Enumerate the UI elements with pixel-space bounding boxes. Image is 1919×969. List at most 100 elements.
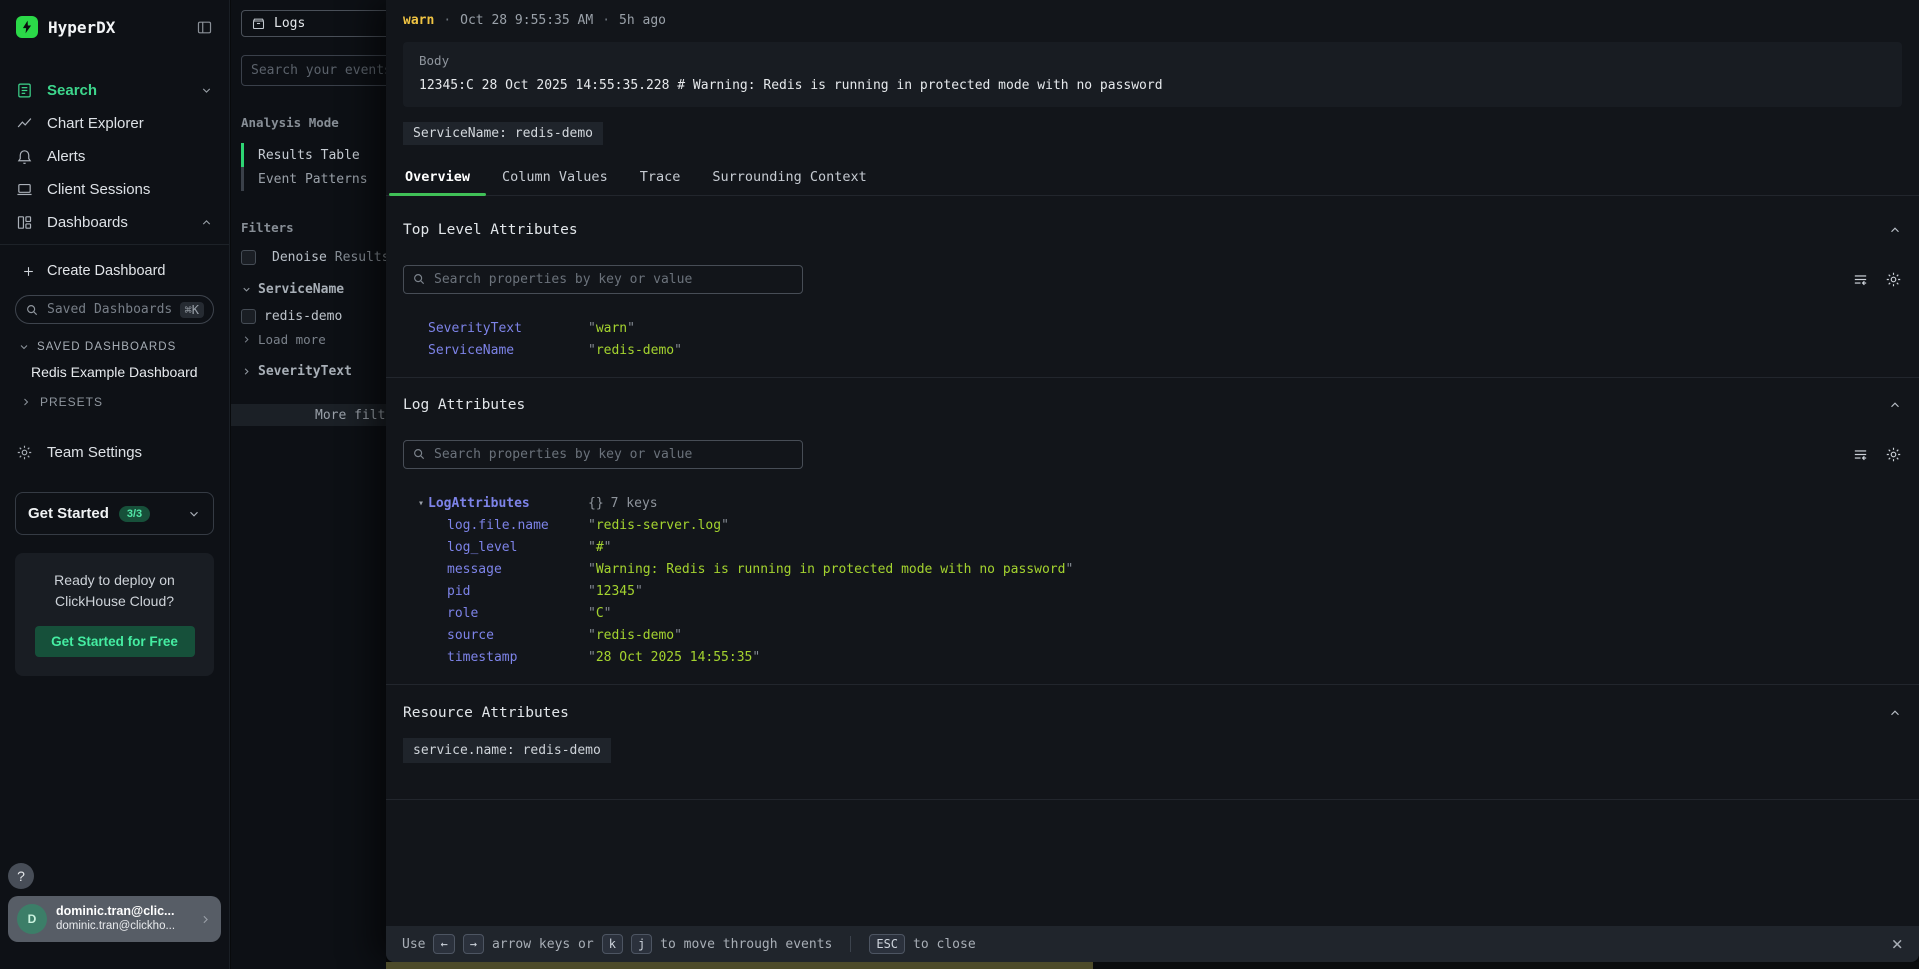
chevron-up-icon[interactable] [1888,223,1902,237]
properties-search-input[interactable] [403,440,803,469]
close-icon[interactable]: × [1892,935,1903,954]
tab-trace[interactable]: Trace [624,159,697,195]
clickhouse-cloud-card: Ready to deploy on ClickHouse Cloud? Get… [15,553,214,676]
attribute-value[interactable]: redis-demo [588,342,682,360]
j-key[interactable]: j [631,934,652,954]
mode-results-table[interactable]: Results Table [241,143,386,167]
saved-dashboards-input[interactable] [47,302,172,317]
denoise-results-filter[interactable]: Denoise Results [241,250,386,265]
attribute-value[interactable]: 28 Oct 2025 14:55:35 [588,649,760,667]
tab-column-values[interactable]: Column Values [486,159,624,195]
event-relative-time: 5h ago [619,13,666,28]
attribute-value[interactable]: warn [588,320,635,338]
wrap-lines-icon[interactable] [1852,446,1869,463]
footer-text: arrow keys or [492,937,594,952]
attribute-value[interactable]: 12345 [588,583,643,601]
settings-gear-icon[interactable] [1885,446,1902,463]
redis-demo-checkbox[interactable] [241,309,256,324]
create-dashboard-button[interactable]: Create Dashboard [0,255,229,287]
gear-icon [16,444,33,461]
filter-group-servicename[interactable]: ServiceName [241,282,386,297]
source-selector-button[interactable]: Logs [241,10,386,37]
esc-key[interactable]: ESC [869,934,905,954]
k-key[interactable]: k [602,934,623,954]
saved-dashboards-search[interactable]: ⌘K [15,295,214,324]
arrow-left-key[interactable]: ← [433,934,454,954]
filter-option-redis-demo[interactable]: redis-demo [241,309,386,324]
sidebar-item-label: Dashboards [47,214,128,231]
chevron-down-icon [241,284,252,295]
attribute-group-key[interactable]: LogAttributes [428,495,588,513]
sidebar-item-client-sessions[interactable]: Client Sessions [0,173,229,206]
divider [0,244,229,245]
attribute-key[interactable]: log_level [447,539,588,557]
attribute-key[interactable]: ServiceName [428,342,588,360]
attribute-key[interactable]: source [447,627,588,645]
resource-attribute-chip[interactable]: service.name: redis-demo [403,738,611,763]
severity-badge: warn [403,13,434,28]
filter-group-severitytext[interactable]: SeverityText [241,364,386,379]
attribute-key[interactable]: timestamp [447,649,588,667]
chevron-down-icon [18,341,30,353]
event-search-box[interactable] [241,55,386,86]
search-icon [412,272,426,286]
saved-dashboard-item[interactable]: Redis Example Dashboard [0,364,229,380]
sidebar-item-search[interactable]: Search [0,74,229,107]
create-dashboard-label: Create Dashboard [47,263,166,279]
properties-search[interactable] [403,265,803,294]
sidebar-item-label: Search [47,82,97,99]
get-started-free-button[interactable]: Get Started for Free [35,626,195,657]
tab-overview[interactable]: Overview [389,159,486,195]
chevron-up-icon[interactable] [1888,706,1902,720]
attribute-key[interactable]: role [447,605,588,623]
chevron-right-icon [241,334,252,345]
properties-search[interactable] [403,440,803,469]
caret-down-icon[interactable]: ▾ [418,495,428,513]
chevron-up-icon[interactable] [1888,398,1902,412]
chevron-right-icon [20,396,32,408]
attribute-value[interactable]: Warning: Redis is running in protected m… [588,561,1073,579]
arrow-right-key[interactable]: → [463,934,484,954]
get-started-label: Get Started [28,505,109,522]
user-email: dominic.tran@clickho... [56,919,175,934]
wrap-lines-icon[interactable] [1852,271,1869,288]
service-name-tag[interactable]: ServiceName: redis-demo [403,122,603,145]
presets-header[interactable]: PRESETS [0,395,229,409]
user-menu[interactable]: D dominic.tran@clic... dominic.tran@clic… [8,896,221,942]
saved-dashboards-header-label: SAVED DASHBOARDS [37,341,176,353]
more-filters-button[interactable]: More filters [231,404,386,426]
attribute-row: SeverityText warn [428,320,1902,338]
tab-surrounding-context[interactable]: Surrounding Context [696,159,882,195]
chevron-up-icon [200,216,213,229]
attribute-value[interactable]: C [588,605,611,623]
collapse-sidebar-icon[interactable] [196,19,213,36]
group-meta: {} 7 keys [588,495,658,513]
attribute-key[interactable]: message [447,561,588,579]
sidebar-item-team-settings[interactable]: Team Settings [0,436,229,469]
get-started-toggle[interactable]: Get Started 3/3 [15,492,214,535]
help-button[interactable]: ? [8,863,34,889]
load-more-label: Load more [258,332,326,347]
hyperdx-logo-icon [16,16,38,38]
denoise-checkbox[interactable] [241,250,256,265]
attribute-value[interactable]: redis-demo [588,627,682,645]
attribute-value[interactable]: # [588,539,611,557]
load-more-button[interactable]: Load more [241,332,386,347]
attribute-key[interactable]: log.file.name [447,517,588,535]
attribute-key[interactable]: SeverityText [428,320,588,338]
settings-gear-icon[interactable] [1885,271,1902,288]
sidebar-item-alerts[interactable]: Alerts [0,140,229,173]
attribute-group-row: ▾ LogAttributes {} 7 keys [418,495,1902,513]
saved-dashboards-header[interactable]: SAVED DASHBOARDS [0,341,229,353]
properties-search-input[interactable] [403,265,803,294]
event-search-input[interactable] [251,63,386,78]
attribute-value[interactable]: redis-server.log [588,517,729,535]
background-chart-strip [386,962,1093,969]
sidebar-item-dashboards[interactable]: Dashboards [0,206,229,239]
sidebar-item-chart-explorer[interactable]: Chart Explorer [0,107,229,140]
sidebar-nav: Search Chart Explorer Alerts Client Sess… [0,74,229,239]
attribute-key[interactable]: pid [447,583,588,601]
chevron-right-icon [241,366,252,377]
denoise-label: Denoise [272,250,327,265]
mode-event-patterns[interactable]: Event Patterns [241,167,386,191]
